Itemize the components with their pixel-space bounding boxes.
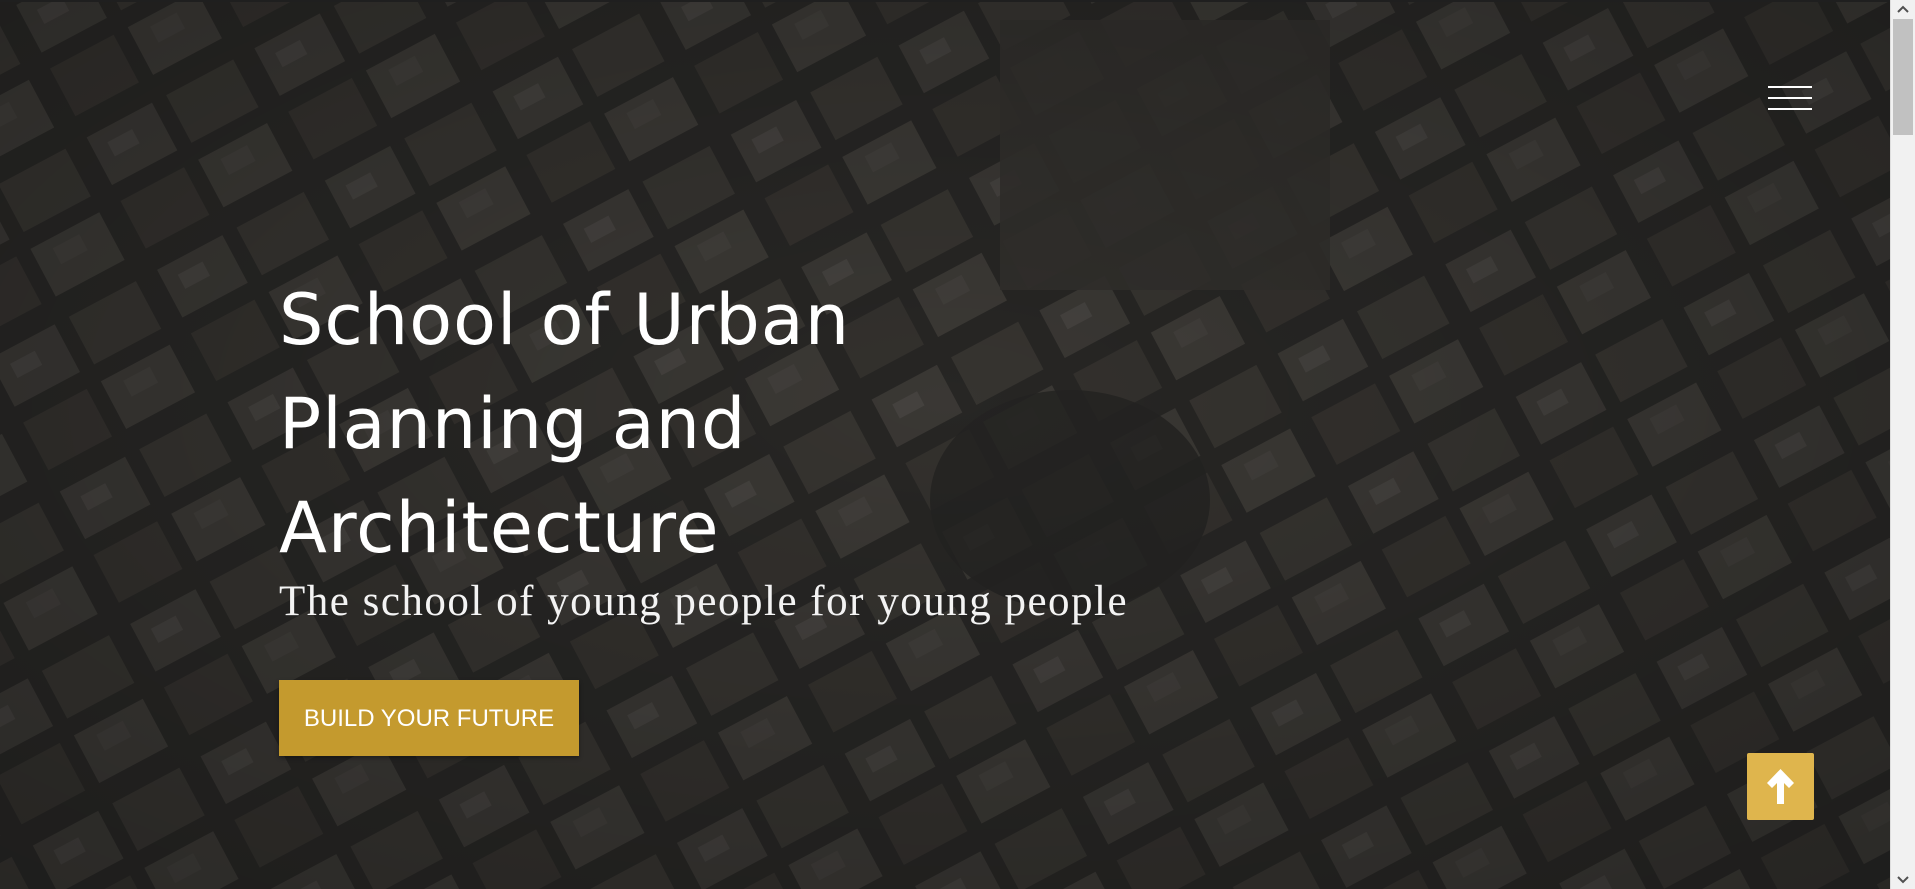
hero-section: School of Urban Planning and Architectur… bbox=[0, 0, 1890, 889]
hero-title: School of Urban Planning and Architectur… bbox=[279, 279, 851, 569]
chevron-up-icon[interactable] bbox=[1891, 1, 1915, 18]
vertical-scrollbar[interactable] bbox=[1890, 0, 1915, 889]
hamburger-menu-icon-bar bbox=[1768, 97, 1812, 99]
arrow-up-icon bbox=[1767, 769, 1794, 804]
build-your-future-button[interactable]: BUILD YOUR FUTURE bbox=[279, 680, 579, 756]
page: School of Urban Planning and Architectur… bbox=[0, 0, 1915, 889]
scrollbar-thumb[interactable] bbox=[1893, 19, 1913, 135]
browser-top-border bbox=[0, 0, 1915, 2]
hamburger-menu-icon-bar bbox=[1768, 108, 1812, 110]
chevron-down-icon[interactable] bbox=[1891, 871, 1915, 888]
hero-subtitle: The school of young people for young peo… bbox=[279, 578, 1129, 625]
hamburger-menu-icon-bar bbox=[1768, 86, 1812, 88]
hero-content: School of Urban Planning and Architectur… bbox=[279, 268, 1279, 756]
menu-button[interactable] bbox=[1766, 82, 1814, 115]
back-to-top-button[interactable] bbox=[1747, 753, 1814, 820]
